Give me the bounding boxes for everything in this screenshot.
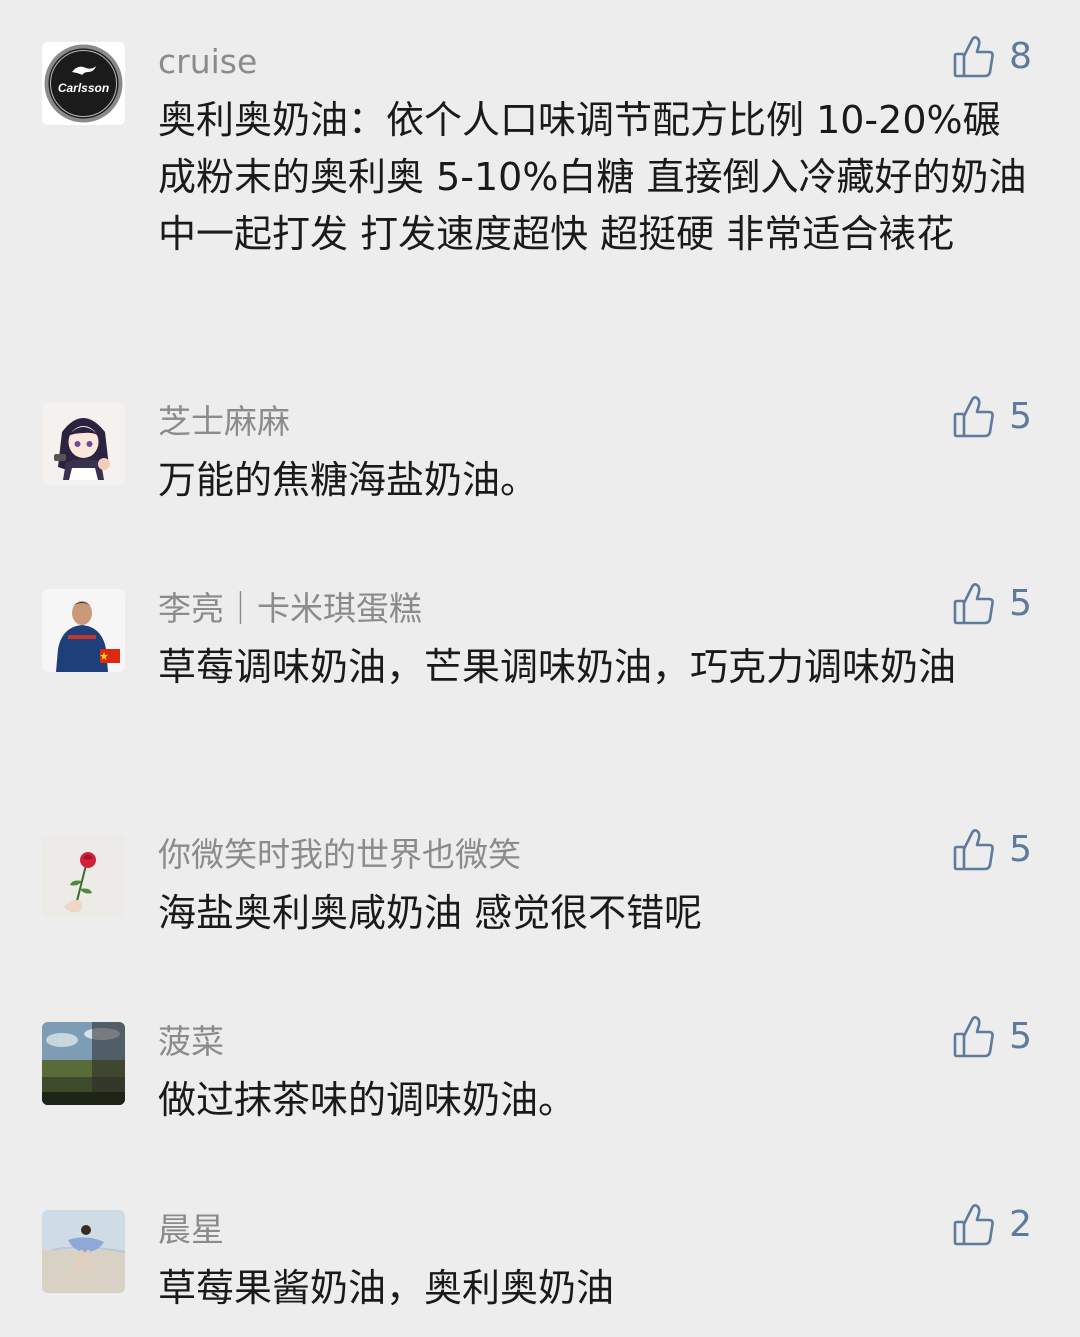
- beach-girl-avatar[interactable]: [42, 1210, 125, 1293]
- like-button[interactable]: 5: [953, 394, 1032, 440]
- man-with-flag-avatar[interactable]: [42, 589, 125, 672]
- comment-nickname[interactable]: 晨星: [158, 1210, 224, 1250]
- thumbs-up-icon: [953, 1203, 995, 1247]
- like-count: 5: [1009, 583, 1032, 624]
- comment-content: 草莓调味奶油，芒果调味奶油，巧克力调味奶油: [158, 645, 957, 689]
- comment-content: 奥利奥奶油：依个人口味调节配方比例 10-20%碾成粉末的奥利奥 5-10%白糖…: [158, 98, 1027, 256]
- comment-content: 草莓果酱奶油，奥利奥奶油: [158, 1266, 615, 1310]
- comment-list: Carlsson cruise 8 奥利奥奶油：依个人口味调节配方比例 10-2…: [0, 0, 1080, 1337]
- comment-nickname[interactable]: 芝士麻麻: [158, 402, 290, 442]
- rose-in-hand-avatar[interactable]: [42, 835, 125, 918]
- like-count: 5: [1009, 829, 1032, 870]
- comment-nickname[interactable]: cruise: [158, 42, 257, 82]
- thumbs-up-icon: [953, 1015, 995, 1059]
- like-count: 8: [1009, 36, 1032, 77]
- thumbs-up-icon: [953, 395, 995, 439]
- comment-nickname[interactable]: 李亮｜卡米琪蛋糕: [158, 589, 422, 629]
- anime-girl-avatar[interactable]: [42, 402, 125, 485]
- like-count: 5: [1009, 1016, 1032, 1057]
- like-button[interactable]: 5: [953, 827, 1032, 873]
- thumbs-up-icon: [953, 582, 995, 626]
- comment-content: 万能的焦糖海盐奶油。: [158, 458, 539, 502]
- comment-content: 做过抹茶味的调味奶油。: [158, 1078, 577, 1122]
- comment-nickname[interactable]: 你微笑时我的世界也微笑: [158, 835, 521, 875]
- like-button[interactable]: 2: [953, 1202, 1032, 1248]
- like-button[interactable]: 8: [953, 34, 1032, 80]
- like-button[interactable]: 5: [953, 1014, 1032, 1060]
- carlsson-logo-avatar[interactable]: Carlsson: [42, 42, 125, 125]
- comment-content: 海盐奥利奥咸奶油 感觉很不错呢: [158, 891, 703, 935]
- like-button[interactable]: 5: [953, 581, 1032, 627]
- avatar-logo-text: Carlsson: [58, 81, 109, 95]
- thumbs-up-icon: [953, 35, 995, 79]
- comment-nickname[interactable]: 菠菜: [158, 1022, 224, 1062]
- thumbs-up-icon: [953, 828, 995, 872]
- landscape-photo-avatar[interactable]: [42, 1022, 125, 1105]
- like-count: 2: [1009, 1204, 1032, 1245]
- like-count: 5: [1009, 396, 1032, 437]
